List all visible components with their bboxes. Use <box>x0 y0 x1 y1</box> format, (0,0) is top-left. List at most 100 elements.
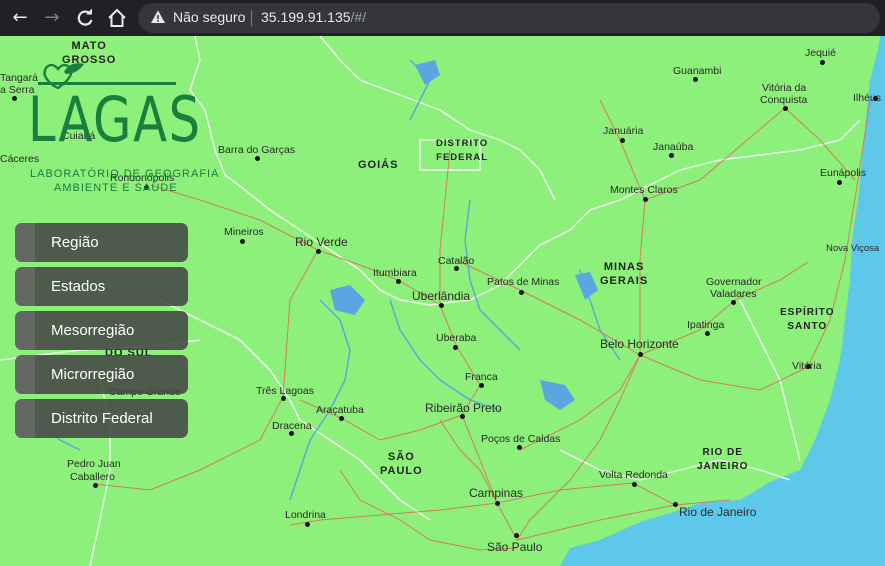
region-rj-line2: JANEIRO <box>697 461 749 472</box>
menu-button-estados[interactable]: Estados <box>15 267 188 306</box>
region-label-minas-gerais: MINAS GERAIS <box>600 260 648 288</box>
city-label-janauba: Janaúba <box>653 141 694 153</box>
region-mg-line2: GERAIS <box>600 275 649 287</box>
region-label-goias: GOIÁS <box>358 159 399 171</box>
city-label-belo-horizonte: Belo Horizonte <box>600 337 679 351</box>
omnibox-divider <box>251 10 252 26</box>
region-label-rio-de-janeiro: RIO DE JANEIRO <box>697 446 748 474</box>
city-dot-pedro-juan <box>93 483 98 488</box>
city-label-volta-redonda: Volta Redonda <box>599 469 668 481</box>
city-label-itumbiara: Itumbiara <box>373 267 417 279</box>
region-label-sao-paulo: SÃO PAULO <box>380 450 423 478</box>
city-label-aracatuba: Araçatuba <box>316 404 364 416</box>
city-dot-uberlandia <box>439 303 444 308</box>
city-dot-rio-verde <box>316 249 321 254</box>
reload-icon[interactable] <box>73 6 97 30</box>
region-rj-line1: RIO DE <box>702 447 743 458</box>
city-label-pedro-juan-1: Pedro Juan <box>67 458 121 470</box>
city-dot-ilheus <box>873 96 878 101</box>
city-label-mineiros: Mineiros <box>224 226 264 238</box>
city-label-governador-valadares-1: Governador <box>706 276 762 288</box>
logo-subtitle-line2: AMBIENTE E SAÚDE <box>54 182 178 194</box>
city-dot-vitoria <box>806 364 811 369</box>
city-dot-uberaba <box>453 345 458 350</box>
city-dot-volta-redonda <box>632 482 637 487</box>
city-dot-mineiros <box>240 239 245 244</box>
city-dot-campinas <box>495 501 500 506</box>
forward-arrow-icon[interactable]: → <box>40 6 64 30</box>
city-dot-patos-de-minas <box>519 290 524 295</box>
city-label-vitoria-da-conquista-2: Conquista <box>760 94 808 106</box>
region-es-line2: SANTO <box>787 321 828 332</box>
city-dot-itumbiara <box>396 279 401 284</box>
city-label-pocos-de-caldas: Poços de Caldas <box>481 433 561 445</box>
city-label-ipatinga: Ipatinga <box>687 319 725 331</box>
city-label-ribeirao-preto: Ribeirão Preto <box>425 401 502 415</box>
browser-toolbar: ← → Não seguro 35.199.91.135/#/ <box>0 0 885 36</box>
url-path: /#/ <box>350 9 367 25</box>
ocean <box>560 36 885 566</box>
url-host: 35.199.91.135 <box>261 9 351 25</box>
city-dot-tres-lagoas <box>281 396 286 401</box>
city-label-tres-lagoas: Três Lagoas <box>256 385 314 397</box>
city-label-pedro-juan-2: Caballero <box>70 471 115 483</box>
city-label-januaria: Januária <box>603 125 644 137</box>
back-arrow-icon[interactable]: ← <box>8 6 32 30</box>
region-es-line1: ESPÍRITO <box>780 307 835 318</box>
city-dot-januaria <box>620 138 625 143</box>
logo-title: LAGAS <box>28 83 202 156</box>
menu-button-microrregiao[interactable]: Microrregião <box>15 355 188 394</box>
logo-subtitle-line1: LABORATÓRIO DE GEOGRAFIA <box>30 168 220 180</box>
city-label-eunapolis: Eunápolis <box>820 167 867 179</box>
city-dot-ribeirao-preto <box>460 414 465 419</box>
region-label-espirito-santo: ESPÍRITO SANTO <box>780 306 835 334</box>
city-dot-janauba <box>669 153 674 158</box>
city-label-patos-de-minas: Patos de Minas <box>487 276 560 288</box>
security-label[interactable]: Não seguro <box>173 9 245 25</box>
url-text[interactable]: 35.199.91.135/#/ <box>261 9 366 25</box>
menu-button-mesorregiao[interactable]: Mesorregião <box>15 311 188 350</box>
menu-button-regiao[interactable]: Região <box>15 223 188 262</box>
city-label-londrina: Londrina <box>285 509 326 521</box>
warning-icon[interactable] <box>150 9 166 25</box>
home-icon[interactable] <box>105 6 129 30</box>
city-dot-belo-horizonte <box>638 352 643 357</box>
region-sp-line1: SÃO <box>387 451 415 463</box>
city-dot-ipatinga <box>705 331 710 336</box>
city-dot-dracena <box>289 431 294 436</box>
city-label-rio-verde: Rio Verde <box>295 235 348 249</box>
region-df-line2: FEDERAL <box>436 152 489 163</box>
city-dot-sao-paulo <box>514 533 519 538</box>
city-label-uberlandia: Uberlândia <box>412 289 471 303</box>
city-label-franca: Franca <box>465 371 498 383</box>
city-label-sao-paulo: São Paulo <box>487 540 543 554</box>
city-dot-aracatuba <box>339 416 344 421</box>
city-dot-barra-do-garcas <box>255 156 260 161</box>
city-label-uberaba: Uberaba <box>436 332 477 344</box>
city-dot-rio-de-janeiro <box>673 502 678 507</box>
city-label-campinas: Campinas <box>469 486 524 500</box>
city-dot-governador-valadares <box>731 300 736 305</box>
region-label-distrito-federal: DISTRITO FEDERAL <box>436 137 488 165</box>
city-dot-tangara <box>12 96 17 101</box>
city-dot-jequie <box>820 60 825 65</box>
city-dot-montes-claros <box>643 197 648 202</box>
city-dot-franca <box>479 383 484 388</box>
menu-button-distrito-federal[interactable]: Distrito Federal <box>15 399 188 438</box>
region-sp-line2: PAULO <box>380 465 423 477</box>
address-bar[interactable]: Não seguro 35.199.91.135/#/ <box>138 3 880 33</box>
city-label-governador-valadares-2: Valadares <box>710 288 757 300</box>
city-label-barra-do-garcas: Barra do Garças <box>218 144 296 156</box>
city-label-jequie: Jequié <box>805 47 836 59</box>
layer-menu: Região Estados Mesorregião Microrregião … <box>15 223 188 443</box>
lagas-logo: LAGAS LABORATÓRIO DE GEOGRAFIA AMBIENTE … <box>28 40 218 198</box>
city-label-guanambi: Guanambi <box>673 65 722 77</box>
region-df-line1: DISTRITO <box>436 138 489 149</box>
city-dot-eunapolis <box>837 180 842 185</box>
city-label-rio-de-janeiro: Rio de Janeiro <box>679 505 757 519</box>
city-label-montes-claros: Montes Claros <box>610 184 678 196</box>
city-dot-londrina <box>305 522 310 527</box>
city-dot-catalao <box>454 266 459 271</box>
city-label-vitoria-da-conquista-1: Vitória da <box>762 82 807 94</box>
city-dot-vitoria-da-conquista <box>783 106 788 111</box>
